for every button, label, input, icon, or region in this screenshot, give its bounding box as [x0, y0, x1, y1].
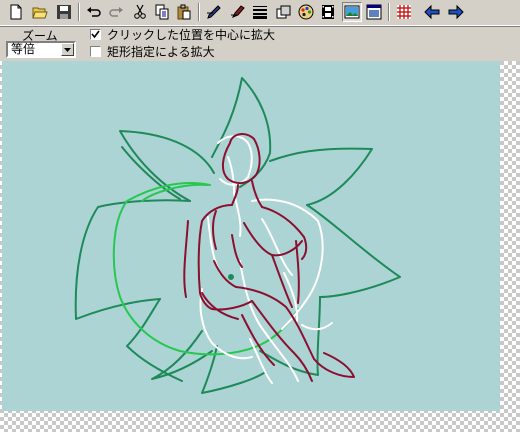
open-folder-icon[interactable]	[30, 2, 50, 22]
zoom-select-value: 等倍	[11, 42, 36, 56]
petal-outlines	[74, 77, 401, 394]
main-toolbar	[0, 0, 520, 27]
marker-dot	[228, 274, 234, 280]
chevron-down-icon[interactable]	[61, 43, 74, 56]
new-file-icon[interactable]	[6, 2, 26, 22]
rect-zoom-label: 矩形指定による拡大	[107, 44, 215, 59]
pen-tool-icon[interactable]	[204, 2, 224, 22]
click-center-zoom-checkbox[interactable]	[90, 28, 101, 40]
save-icon[interactable]	[54, 2, 74, 22]
click-center-zoom-label: クリックした位置を中心に拡大	[107, 27, 276, 42]
preview-window-icon[interactable]	[364, 2, 384, 22]
figure-outline	[183, 133, 355, 382]
arrow-right-icon[interactable]	[446, 2, 466, 22]
layers-icon[interactable]	[274, 2, 294, 22]
light-green-loop	[112, 182, 299, 356]
copy-icon[interactable]	[152, 2, 172, 22]
rect-zoom-checkbox[interactable]	[90, 45, 101, 57]
undo-icon[interactable]	[84, 2, 104, 22]
filmstrip-icon[interactable]	[318, 2, 338, 22]
arrow-left-icon[interactable]	[422, 2, 442, 22]
paste-icon[interactable]	[174, 2, 194, 22]
cut-icon[interactable]	[130, 2, 150, 22]
zoom-options-panel: ズーム 等倍 クリックした位置を中心に拡大 矩形指定による拡大	[0, 27, 520, 61]
drawing-canvas[interactable]	[2, 61, 500, 411]
click-center-zoom-option[interactable]: クリックした位置を中心に拡大	[90, 27, 276, 42]
line-width-icon[interactable]	[250, 2, 270, 22]
brush-tool-icon[interactable]	[228, 2, 248, 22]
palette-icon[interactable]	[296, 2, 316, 22]
zoom-select[interactable]: 等倍	[6, 41, 76, 58]
view-image-icon[interactable]	[342, 2, 362, 22]
rect-zoom-option[interactable]: 矩形指定による拡大	[90, 44, 215, 59]
grid-icon[interactable]	[394, 2, 414, 22]
sketch-drawing	[74, 77, 401, 394]
redo-icon[interactable]	[106, 2, 126, 22]
white-highlights	[199, 135, 333, 384]
canvas-area[interactable]	[0, 61, 520, 432]
